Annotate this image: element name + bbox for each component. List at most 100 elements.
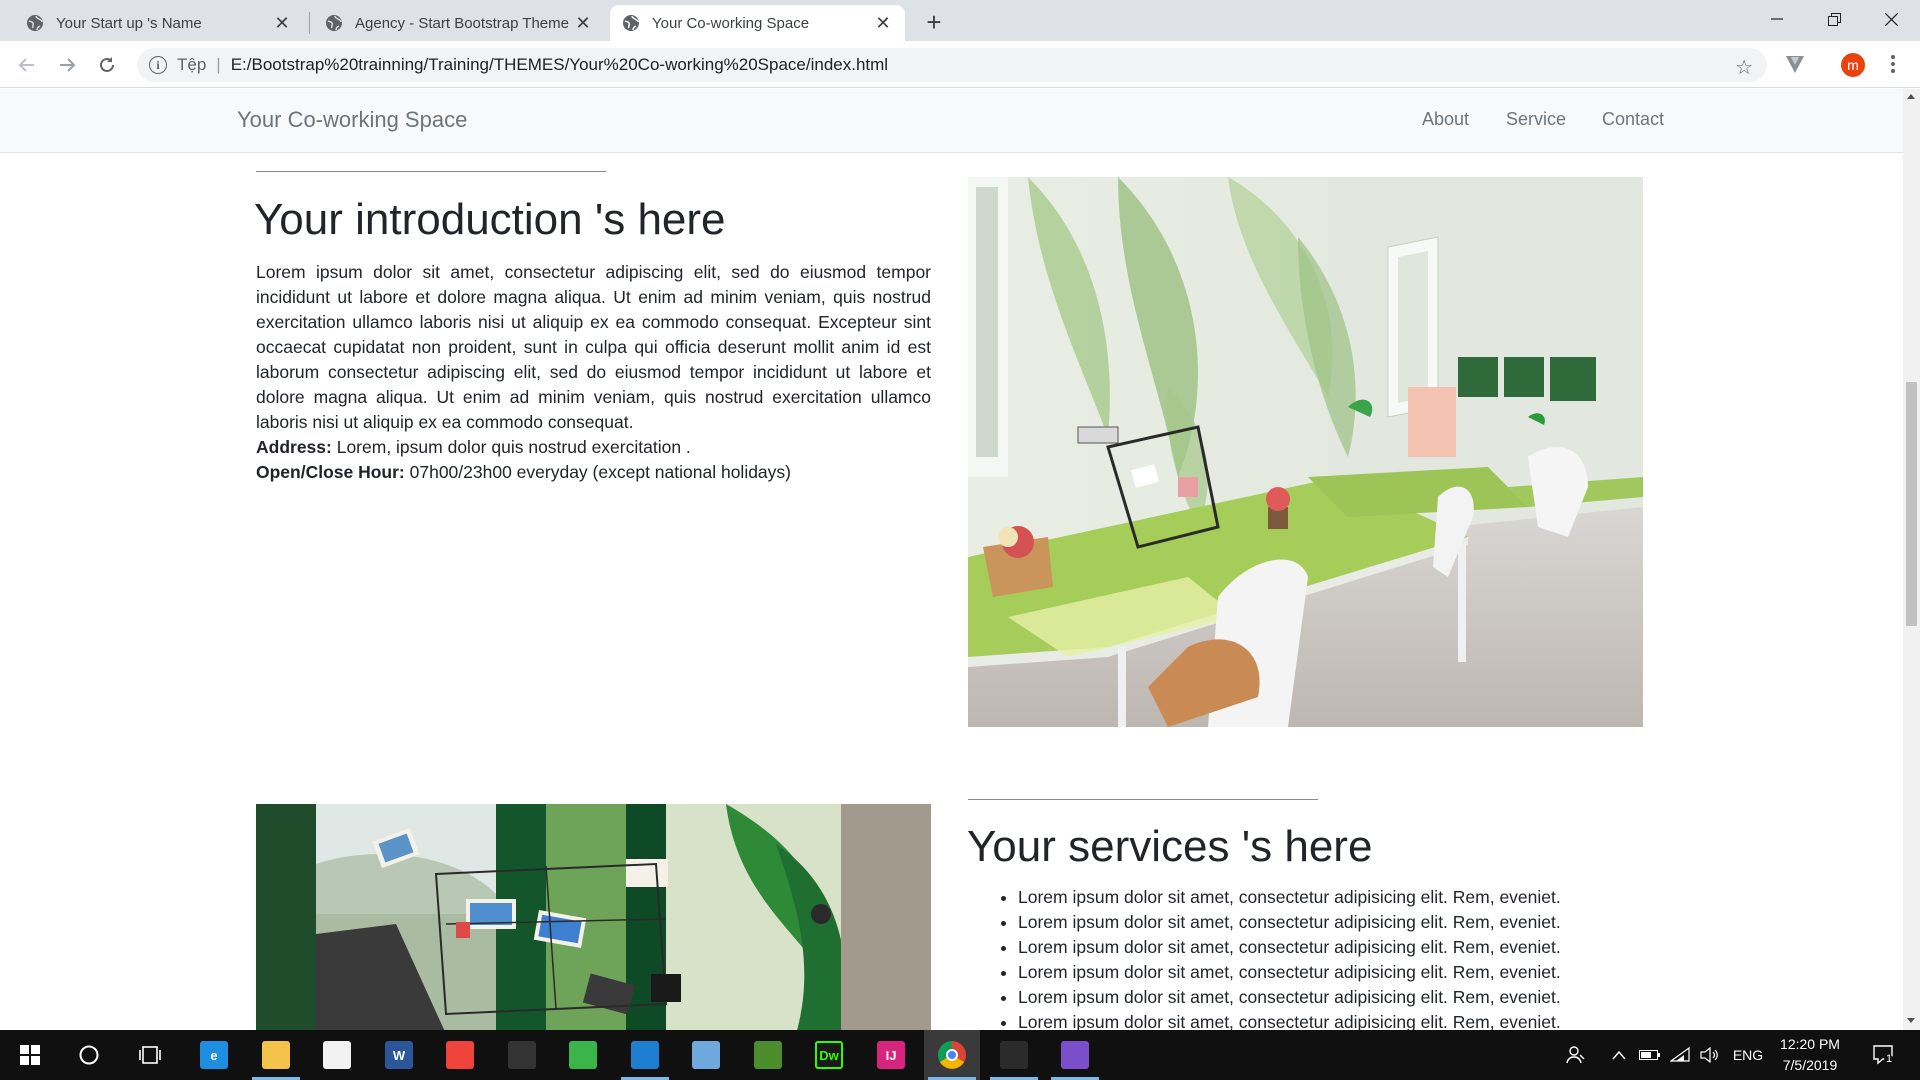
info-icon[interactable]: i [149, 56, 167, 74]
scroll-thumb[interactable] [1906, 382, 1917, 626]
start-button[interactable] [2, 1030, 58, 1080]
taskbar-app-button[interactable] [432, 1030, 488, 1080]
service-item: Lorem ipsum dolor sit amet, consectetur … [1018, 910, 1561, 935]
address-url[interactable]: E:/Bootstrap%20trainning/Training/THEMES… [231, 55, 888, 75]
coworking-room-photo [968, 177, 1643, 727]
new-tab-button[interactable]: + [920, 7, 948, 37]
browser-tab[interactable]: Your Start up 's Name ✕ [14, 5, 304, 41]
maps-icon [1061, 1041, 1089, 1069]
window-postcards-photo [256, 804, 931, 1030]
dreamweaver-icon: Dw [815, 1041, 843, 1069]
address-value: Lorem, ipsum dolor quis nostrud exercita… [331, 437, 691, 457]
wifi-icon[interactable] [1667, 1030, 1693, 1080]
clock-date: 7/5/2019 [1782, 1057, 1838, 1073]
taskbar-app-button[interactable] [924, 1030, 980, 1080]
section-divider [968, 799, 1318, 800]
service-item: Lorem ipsum dolor sit amet, consectetur … [1018, 935, 1561, 960]
intellij-icon: IJ [877, 1041, 905, 1069]
browser-tab-strip: Your Start up 's Name ✕ Agency - Start B… [0, 0, 1920, 41]
hours-label: Open/Close Hour: [256, 462, 405, 482]
people-icon[interactable] [1561, 1030, 1591, 1080]
minimize-icon [1771, 18, 1783, 20]
taskbar-app-button[interactable]: e [186, 1030, 242, 1080]
page-scrollbar[interactable] [1903, 89, 1920, 1030]
forward-button[interactable] [53, 51, 81, 79]
coccoc-icon [569, 1041, 597, 1069]
extension-icon[interactable] [1783, 52, 1807, 76]
taskbar-app-button[interactable] [309, 1030, 365, 1080]
globe-icon [623, 15, 639, 31]
close-icon [1884, 12, 1898, 26]
file-explorer-icon [262, 1041, 290, 1069]
scroll-down-icon[interactable] [1907, 1018, 1915, 1023]
virtualbox-icon [692, 1041, 720, 1069]
browser-tab-active[interactable]: Your Co-working Space ✕ [610, 5, 905, 41]
taskbar-app-button[interactable] [248, 1030, 304, 1080]
intro-heading: Your introduction 's here [254, 195, 726, 244]
service-item: Lorem ipsum dolor sit amet, consectetur … [1018, 985, 1561, 1010]
cortana-search-icon [79, 1045, 99, 1065]
taskbar-app-button[interactable] [494, 1030, 550, 1080]
taskbar-app-button[interactable] [678, 1030, 734, 1080]
battery-icon[interactable] [1637, 1030, 1663, 1080]
taskbar-app-button[interactable] [617, 1030, 673, 1080]
edge-icon: e [200, 1041, 228, 1069]
nav-link-contact[interactable]: Contact [1602, 109, 1664, 130]
chrome-icon [938, 1041, 966, 1069]
browser-toolbar: i Tệp | E:/Bootstrap%20trainning/Trainin… [0, 41, 1920, 88]
tab-title: Your Start up 's Name [56, 14, 202, 32]
search-button[interactable] [61, 1030, 117, 1080]
close-tab-icon[interactable]: ✕ [272, 13, 292, 33]
service-item: Lorem ipsum dolor sit amet, consectetur … [1018, 1010, 1561, 1030]
app-icon-label: e [210, 1047, 218, 1063]
task-view-button[interactable] [122, 1030, 178, 1080]
taskbar-app-button[interactable]: W [371, 1030, 427, 1080]
tools-icon [508, 1041, 536, 1069]
address-scheme-label: Tệp [177, 55, 207, 74]
windows-taskbar: e W Dw IJ ENG 12:20 PM 7/5/2019 1 [0, 1030, 1920, 1080]
close-window-button[interactable] [1862, 0, 1920, 38]
site-navbar: Your Co-working Space About Service Cont… [0, 89, 1903, 153]
taskbar-app-button[interactable] [555, 1030, 611, 1080]
word-icon: W [385, 1041, 413, 1069]
intro-paragraph: Lorem ipsum dolor sit amet, consectetur … [256, 262, 931, 432]
browser-tab[interactable]: Agency - Start Bootstrap Theme ✕ [313, 5, 605, 41]
arrow-right-icon [60, 58, 76, 72]
action-center-button[interactable]: 1 [1864, 1030, 1904, 1080]
restore-icon [1827, 12, 1841, 26]
tab-divider [309, 12, 310, 34]
scroll-up-icon[interactable] [1907, 94, 1915, 99]
restore-button[interactable] [1805, 0, 1863, 38]
minimize-button[interactable] [1748, 0, 1806, 38]
image-viewer-icon [754, 1041, 782, 1069]
taskbar-app-button[interactable] [986, 1030, 1042, 1080]
nav-link-about[interactable]: About [1422, 109, 1469, 130]
system-clock[interactable]: 12:20 PM 7/5/2019 [1762, 1034, 1858, 1076]
services-heading: Your services 's here [967, 822, 1373, 871]
app-icon-label: IJ [885, 1047, 897, 1063]
address-bar[interactable]: i Tệp | E:/Bootstrap%20trainning/Trainin… [137, 48, 1767, 82]
volume-icon[interactable] [1697, 1030, 1723, 1080]
app-icon-label: Dw [819, 1047, 839, 1063]
hours-value: 07h00/23h00 everyday (except national ho… [404, 462, 791, 482]
close-tab-icon[interactable]: ✕ [873, 13, 893, 33]
site-brand[interactable]: Your Co-working Space [237, 107, 467, 133]
taskbar-app-button[interactable]: IJ [863, 1030, 919, 1080]
hours-line: Open/Close Hour: 07h00/23h00 everyday (e… [256, 460, 791, 485]
profile-avatar[interactable]: m [1841, 53, 1865, 77]
bookmark-star-icon[interactable]: ☆ [1735, 55, 1753, 80]
chevron-up-icon[interactable] [1607, 1030, 1631, 1080]
taskbar-app-button[interactable] [740, 1030, 796, 1080]
browser-menu-icon[interactable] [1883, 52, 1903, 76]
address-divider: | [216, 55, 221, 74]
close-tab-icon[interactable]: ✕ [573, 13, 593, 33]
anydesk-icon [446, 1041, 474, 1069]
arrow-left-icon [18, 58, 34, 72]
task-view-icon [139, 1046, 161, 1064]
taskbar-app-button[interactable]: Dw [801, 1030, 857, 1080]
service-item: Lorem ipsum dolor sit amet, consectetur … [1018, 885, 1561, 910]
nav-link-service[interactable]: Service [1506, 109, 1566, 130]
reload-button[interactable] [93, 51, 121, 79]
taskbar-app-button[interactable] [1047, 1030, 1103, 1080]
back-button[interactable] [13, 51, 41, 79]
